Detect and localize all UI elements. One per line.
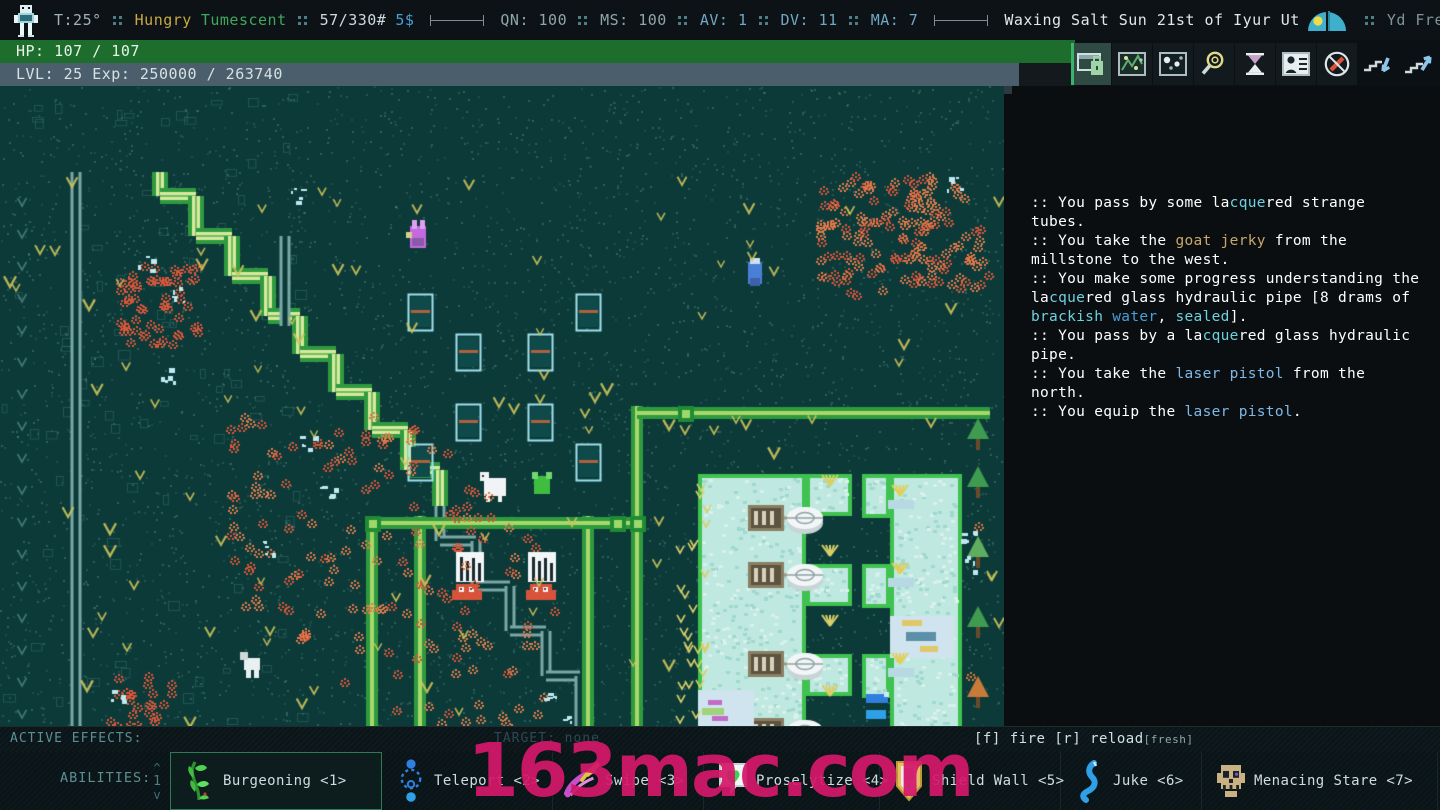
status-effect: Tumescent [201,11,287,29]
game-map[interactable] [0,86,1004,726]
separator-dots-icon [1365,16,1376,27]
ability-slot-shield-wall[interactable]: Shield Wall <5> [880,752,1061,810]
hunger-status: Hungry [135,11,192,29]
ability-slot-swipe[interactable]: Swipe <3> [553,752,704,810]
separator-dots-icon [849,16,860,27]
separator-dots-icon [113,16,124,27]
weapon-state: [fresh] [1144,733,1194,746]
hp-bar[interactable]: HP: 107 / 107 [0,40,1075,63]
log-line: :: You take the goat jerky from the mill… [1031,232,1423,270]
teleport-orb-icon [392,759,430,803]
character-sheet-icon[interactable] [1276,43,1316,85]
compass-icon[interactable] [1317,43,1357,85]
active-effects-label: ACTIVE EFFECTS: [10,731,142,746]
hp-bar-fill [0,40,1075,63]
fire-hint-text: [f] fire [r] reload [974,731,1144,747]
stairs-up-icon[interactable] [1399,43,1439,85]
ability-label: Menacing Stare <7> [1250,773,1413,789]
carry-weight: 57/330# [320,11,387,29]
mental-armor-stat: MA: 7 [871,11,919,29]
game-screen: T:25° Hungry Tumescent 57/330# 5$ QN: 10… [0,0,1440,810]
separator-dots-icon [759,16,770,27]
stairs-down-icon[interactable] [1358,43,1398,85]
divider-rule [430,15,484,26]
ability-label: Proselytize <4> [752,773,888,789]
ability-slot-juke[interactable]: Juke <6> [1061,752,1202,810]
hp-label: HP: 107 / 107 [16,42,140,60]
xp-bar[interactable]: LVL: 25 Exp: 250000 / 263740 [0,63,1075,86]
message-log: :: You pass by some lacquered strange tu… [1031,194,1423,422]
chevron-down-icon[interactable]: v [153,790,160,801]
log-line: :: You take the laser pistol from the no… [1031,365,1423,403]
movespeed-stat: MS: 100 [600,11,667,29]
inventory-lock-icon[interactable] [1071,43,1111,85]
player-character-sprite[interactable] [12,3,40,37]
temperature-readout: T:25° [54,11,102,29]
world-map-icon[interactable] [1112,43,1152,85]
dodge-value-stat: DV: 11 [781,11,838,29]
armor-value-stat: AV: 1 [700,11,748,29]
swipe-claw-icon [563,759,601,803]
log-line: :: You make some progress understanding … [1031,270,1423,327]
target-bar: TARGET: none [f] fire [r] reload[fresh] [964,726,1440,754]
abilities-label: ABILITIES: [60,770,151,786]
bottom-panel: ACTIVE EFFECTS: TARGET: none [f] fire [r… [0,726,1440,810]
ability-slot-menacing-stare[interactable]: Menacing Stare <7> [1202,752,1438,810]
ability-label: Shield Wall <5> [928,773,1064,789]
local-map-icon[interactable] [1153,43,1193,85]
moon-phase-icon [1308,9,1346,31]
chevron-up-icon[interactable]: ^ [153,763,160,774]
active-effects-bar: ACTIVE EFFECTS: [0,726,964,754]
game-date: Waxing Salt Sun 21st of Iyur Ut [1004,11,1299,29]
ability-label: Swipe <3> [601,773,684,789]
look-search-icon[interactable] [1194,43,1234,85]
wait-hourglass-icon[interactable] [1235,43,1275,85]
ability-label: Burgeoning <1> [219,773,347,789]
speech-heart-icon [714,759,752,803]
money-readout: 5$ [395,11,414,29]
separator-dots-icon [578,16,589,27]
divider-rule [934,15,988,26]
panel-corner-tick [1004,86,1012,94]
separator-dots-icon [298,16,309,27]
log-line: :: You equip the laser pistol. [1031,403,1423,422]
xp-label: LVL: 25 Exp: 250000 / 263740 [16,65,283,83]
quickness-stat: QN: 100 [500,11,567,29]
fire-hint-label: [f] fire [r] reload[fresh] [974,731,1194,747]
toolbar [1071,42,1440,86]
ability-label: Juke <6> [1109,773,1184,789]
abilities-bar: ABILITIES: ^ 1 v Burgeoning <1> Teleport … [0,752,1440,810]
ability-slot-burgeoning[interactable]: Burgeoning <1> [170,752,382,810]
target-label: TARGET: none [494,731,600,746]
vine-plant-icon [181,759,219,803]
ability-slot-proselytize[interactable]: Proselytize <4> [704,752,880,810]
abilities-pager[interactable]: ^ 1 v [146,758,168,806]
vitals-bars: HP: 107 / 107 LVL: 25 Exp: 250000 / 2637… [0,40,1075,86]
log-line: :: You pass by some lacquered strange tu… [1031,194,1423,232]
ability-label: Teleport <2> [430,773,540,789]
skull-icon [1212,759,1250,803]
separator-dots-icon [678,16,689,27]
juke-swirl-icon [1071,759,1109,803]
ability-slot-teleport[interactable]: Teleport <2> [382,752,553,810]
top-status-bar: T:25° Hungry Tumescent 57/330# 5$ QN: 10… [0,0,1440,40]
shield-icon [890,759,928,803]
log-line: :: You pass by a lacquered glass hydraul… [1031,327,1423,365]
ability-slot-list: Burgeoning <1> Teleport <2> Swipe <3> Prose… [170,752,1438,810]
location-name: Yd Freehold [1387,11,1440,29]
map-tile-canvas[interactable] [0,86,1004,726]
